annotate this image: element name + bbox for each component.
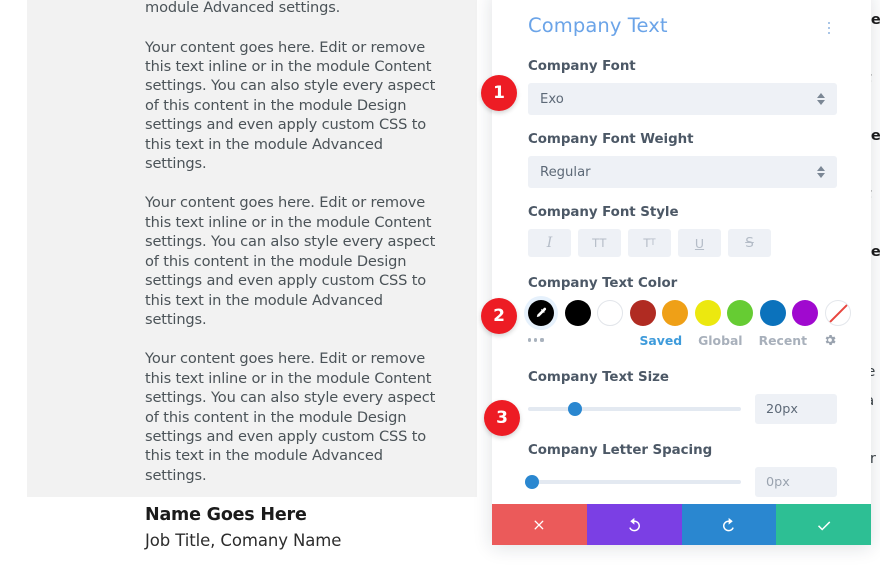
checkmark-icon [815,516,833,534]
cancel-button[interactable] [492,504,587,545]
gear-icon[interactable] [823,333,837,347]
content-paragraph: also style every aspect of this content … [145,0,445,18]
color-swatch-blue[interactable] [760,300,786,326]
step-badge-3: 3 [484,400,520,436]
chevron-updown-icon [817,166,825,178]
panel-body: Company Text Company Font Exo Company Fo… [492,0,871,504]
color-swatch-footer: Saved Global Recent [528,331,837,349]
company-text-size-label: Company Text Size [528,370,837,385]
save-button[interactable] [776,504,871,545]
color-tab-recent[interactable]: Recent [759,333,807,348]
color-tab-saved[interactable]: Saved [640,333,683,348]
color-swatch-purple[interactable] [792,300,818,326]
color-swatch-transparent[interactable] [825,300,851,326]
content-paragraph: Your content goes here. Edit or remove t… [145,38,445,174]
step-badge-2: 2 [481,298,517,334]
color-swatch-dark-red[interactable] [630,300,656,326]
company-font-weight-select[interactable]: Regular [528,156,837,188]
panel-header: Company Text [528,14,837,37]
underline-button[interactable]: U [678,229,721,257]
company-letter-spacing-input[interactable]: 0px [755,467,837,497]
field-company-font-weight: Company Font Weight Regular [528,132,837,188]
company-font-select[interactable]: Exo [528,83,837,115]
company-letter-spacing-control: 0px [528,467,837,497]
color-swatch-green[interactable] [727,300,753,326]
slider-knob[interactable] [568,402,582,416]
field-company-font-style: Company Font Style I TT TT U S [528,205,837,257]
undo-icon [625,516,643,534]
company-font-weight-value: Regular [540,165,591,180]
field-company-letter-spacing: Company Letter Spacing 0px [528,443,837,497]
company-text-size-input[interactable]: 20px [755,394,837,424]
company-text-color-label: Company Text Color [528,276,837,291]
module-settings-panel: Company Text Company Font Exo Company Fo… [492,0,871,545]
person-name: Name Goes Here [145,505,445,525]
panel-action-bar [492,504,871,545]
color-swatch-orange[interactable] [662,300,688,326]
active-color-swatch[interactable] [528,300,554,326]
screenshot-root: also style every aspect of this content … [0,0,880,569]
close-x-icon [531,517,547,533]
redo-button[interactable] [682,504,777,545]
company-text-size-control: 20px [528,394,837,424]
color-swatch-black[interactable] [565,300,591,326]
page-content-column: also style every aspect of this content … [145,0,445,550]
color-swatch-row [528,300,837,326]
slider-knob[interactable] [525,475,539,489]
undo-button[interactable] [587,504,682,545]
company-font-value: Exo [540,92,564,107]
field-company-text-color: Company Text Color Saved Global Recent [528,276,837,349]
company-font-label: Company Font [528,59,837,74]
color-swatch-yellow[interactable] [695,300,721,326]
page-content-card: also style every aspect of this content … [27,0,477,497]
field-company-text-size: Company Text Size 20px [528,370,837,424]
italic-button[interactable]: I [528,229,571,257]
font-style-button-group: I TT TT U S [528,229,837,257]
company-font-weight-label: Company Font Weight [528,132,837,147]
company-font-style-label: Company Font Style [528,205,837,220]
content-paragraph: Your content goes here. Edit or remove t… [145,193,445,329]
company-text-size-slider[interactable] [528,407,741,411]
company-letter-spacing-slider[interactable] [528,480,741,484]
eyedropper-icon [534,306,549,321]
field-company-font: Company Font Exo [528,59,837,115]
strikethrough-button[interactable]: S [728,229,771,257]
panel-title: Company Text [528,14,668,37]
color-tab-global[interactable]: Global [698,333,742,348]
uppercase-button[interactable]: TT [578,229,621,257]
kebab-menu-icon[interactable] [821,19,837,37]
content-paragraph: Your content goes here. Edit or remove t… [145,349,445,485]
redo-icon [720,516,738,534]
small-caps-button[interactable]: TT [628,229,671,257]
step-badge-1: 1 [481,75,517,111]
person-role: Job Title, Comany Name [145,531,445,550]
company-letter-spacing-label: Company Letter Spacing [528,443,837,458]
chevron-updown-icon [817,93,825,105]
more-dots-icon[interactable] [528,338,560,341]
color-source-tabs: Saved Global Recent [640,333,838,348]
color-swatch-white[interactable] [597,300,623,326]
